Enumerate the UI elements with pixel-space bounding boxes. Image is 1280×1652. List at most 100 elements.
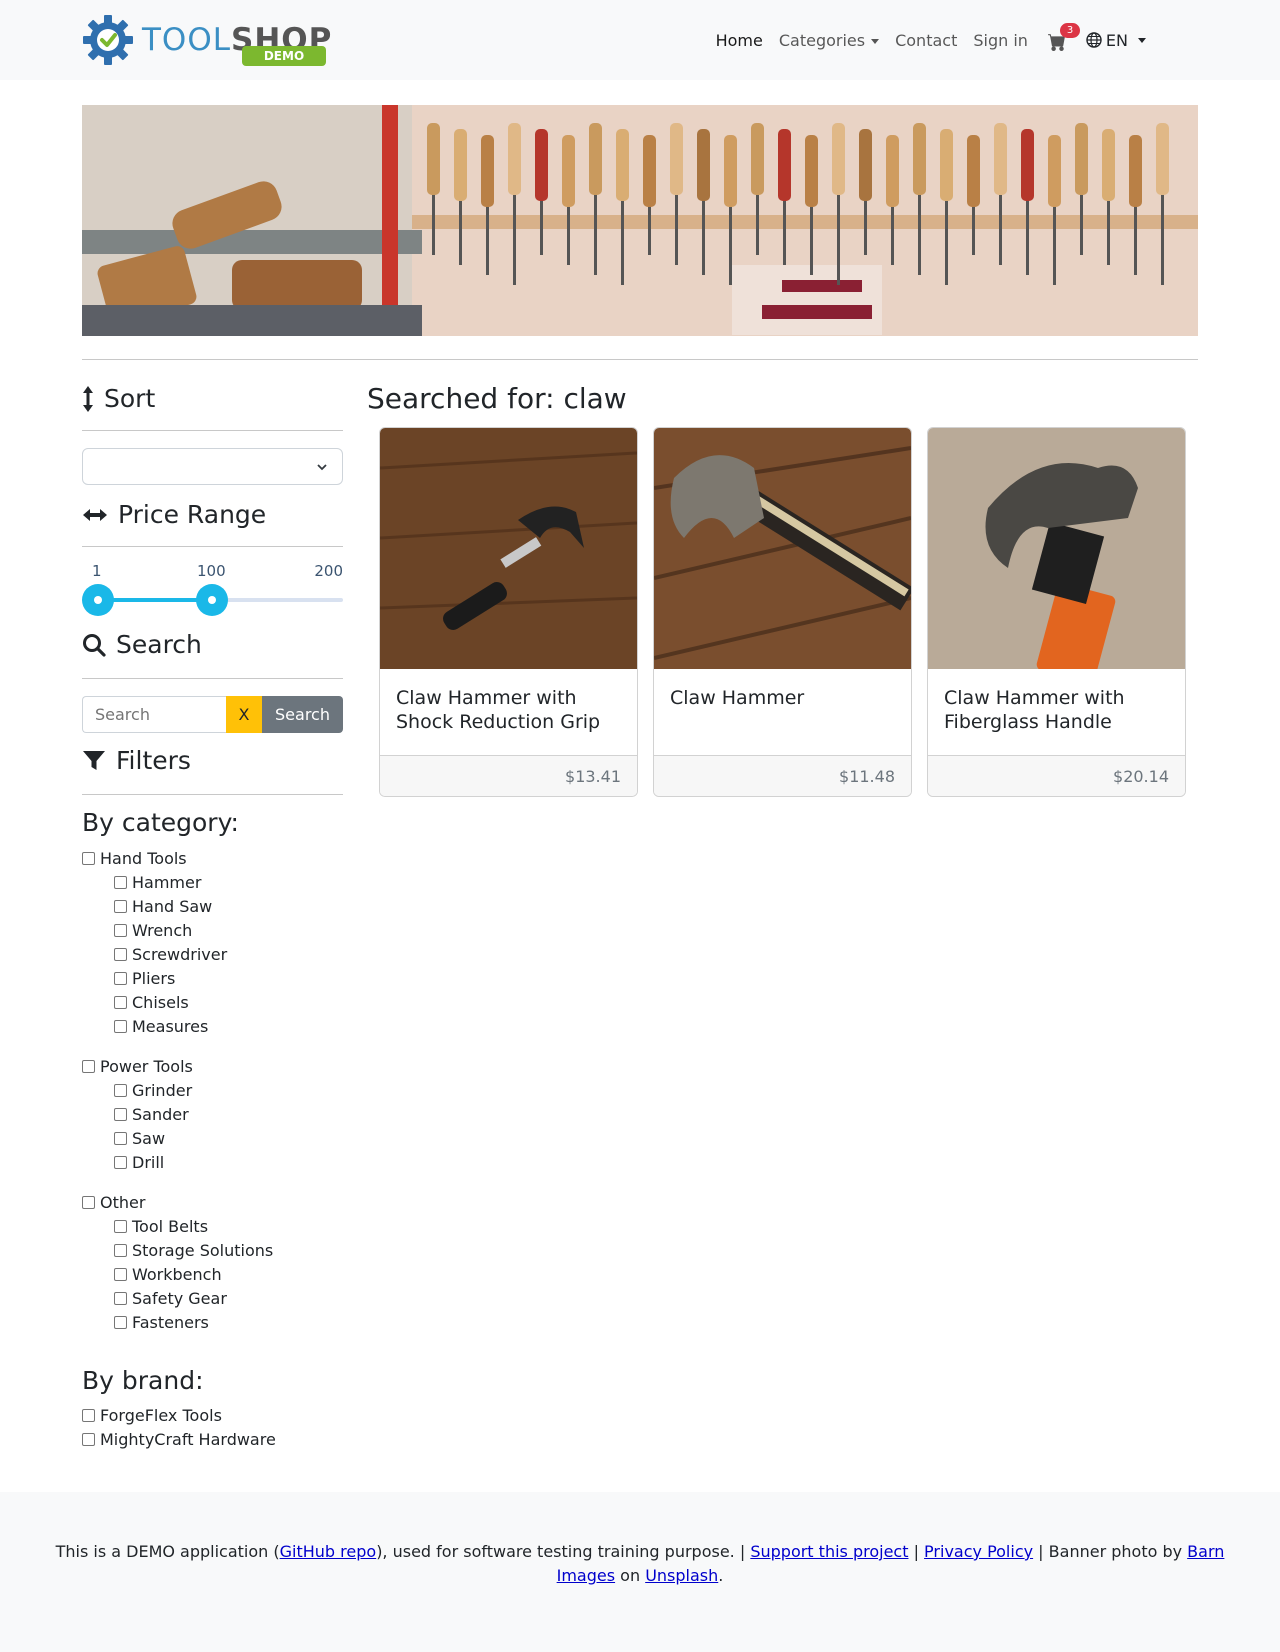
search-input[interactable] (82, 696, 226, 733)
github-repo-link[interactable]: GitHub repo (280, 1542, 377, 1561)
toolshop-logo[interactable]: TOOLSHOP DEMO (82, 14, 332, 68)
search-heading-label: Search (116, 630, 202, 659)
search-submit-button[interactable]: Search (262, 696, 343, 733)
cart-button[interactable]: 3 (1047, 23, 1081, 51)
checkbox-box[interactable] (114, 995, 127, 1009)
price-slider-handle-min[interactable] (82, 584, 114, 616)
product-name: Claw Hammer with Fiberglass Handle (944, 687, 1125, 733)
checkbox-box[interactable] (82, 1059, 95, 1073)
footer-text-part: on (615, 1566, 646, 1585)
checkbox-box[interactable] (82, 1432, 95, 1446)
footer: This is a DEMO application (GitHub repo)… (0, 1492, 1280, 1652)
subcategory-checkbox[interactable]: Measures (82, 1014, 273, 1038)
checkbox-box[interactable] (114, 1131, 127, 1145)
product-image-claw-hammer (654, 428, 911, 669)
sort-heading-label: Sort (104, 384, 156, 413)
checkbox-label: Workbench (132, 1264, 222, 1284)
checkbox-box[interactable] (114, 1267, 127, 1281)
subcategory-checkbox[interactable]: Drill (82, 1150, 273, 1174)
nav-home[interactable]: Home (716, 31, 763, 50)
support-project-link[interactable]: Support this project (750, 1542, 908, 1561)
subcategory-checkbox[interactable]: Chisels (82, 990, 273, 1014)
product-image-claw-hammer-shock-grip (380, 428, 637, 669)
subcategory-checkbox[interactable]: Safety Gear (82, 1286, 273, 1310)
checkbox-box[interactable] (114, 1019, 127, 1033)
checkbox-box[interactable] (114, 947, 127, 961)
price-slider-track[interactable] (82, 584, 343, 616)
divider (82, 546, 343, 547)
category-checkbox[interactable]: Other (82, 1190, 273, 1214)
divider (82, 794, 343, 795)
subcategory-checkbox[interactable]: Workbench (82, 1262, 273, 1286)
checkbox-label: Fasteners (132, 1312, 209, 1332)
checkbox-box[interactable] (114, 1219, 127, 1233)
checkbox-box[interactable] (114, 875, 127, 889)
product-card[interactable]: Claw Hammer $11.48 (653, 427, 912, 797)
sort-select[interactable] (82, 448, 343, 485)
checkbox-box[interactable] (114, 899, 127, 913)
checkbox-box[interactable] (114, 1155, 127, 1169)
checkbox-label: Hand Saw (132, 896, 213, 916)
nav-contact[interactable]: Contact (895, 31, 957, 50)
product-card-footer: $20.14 (928, 755, 1185, 796)
divider (82, 678, 343, 679)
subcategory-checkbox[interactable]: Grinder (82, 1078, 273, 1102)
checkbox-label: Screwdriver (132, 944, 228, 964)
checkbox-box[interactable] (82, 851, 95, 865)
product-price: $13.41 (565, 767, 621, 786)
checkbox-label: Storage Solutions (132, 1240, 274, 1260)
divider (82, 430, 343, 431)
product-card[interactable]: Claw Hammer with Fiberglass Handle $20.1… (927, 427, 1186, 797)
product-image-claw-hammer-fiberglass (928, 428, 1185, 669)
brand-checkbox[interactable]: MightyCraft Hardware (82, 1427, 276, 1451)
checkbox-box[interactable] (114, 1243, 127, 1257)
subcategory-checkbox[interactable]: Screwdriver (82, 942, 273, 966)
price-range-heading: Price Range (82, 500, 266, 529)
subcategory-checkbox[interactable]: Storage Solutions (82, 1238, 273, 1262)
checkbox-label: Saw (132, 1128, 166, 1148)
checkbox-box[interactable] (114, 1315, 127, 1329)
subcategory-checkbox[interactable]: Saw (82, 1126, 273, 1150)
brand-filter-list: ForgeFlex Tools MightyCraft Hardware (82, 1403, 276, 1451)
unsplash-link[interactable]: Unsplash (645, 1566, 718, 1585)
divider (82, 359, 1198, 360)
category-checkbox[interactable]: Hand Tools (82, 846, 273, 870)
checkbox-label: Safety Gear (132, 1288, 227, 1308)
subcategory-checkbox[interactable]: Hand Saw (82, 894, 273, 918)
nav-categories-dropdown[interactable]: Categories (779, 31, 880, 50)
by-brand-heading: By brand: (82, 1366, 204, 1395)
arrow-left-right-icon (83, 508, 107, 521)
search-reset-button[interactable]: X (226, 696, 262, 733)
checkbox-label: Tool Belts (132, 1216, 209, 1236)
checkbox-box[interactable] (114, 971, 127, 985)
price-slider-handle-max[interactable] (195, 584, 228, 616)
checkbox-box[interactable] (114, 1291, 127, 1305)
nav-sign-in[interactable]: Sign in (973, 31, 1028, 50)
subcategory-checkbox[interactable]: Tool Belts (82, 1214, 273, 1238)
product-card[interactable]: Claw Hammer with Shock Reduction Grip $1… (379, 427, 638, 797)
product-name: Claw Hammer (670, 687, 805, 709)
subcategory-checkbox[interactable]: Pliers (82, 966, 273, 990)
language-dropdown[interactable]: EN (1086, 31, 1146, 50)
product-card-footer: $13.41 (380, 755, 637, 796)
subcategory-checkbox[interactable]: Hammer (82, 870, 273, 894)
subcategory-checkbox[interactable]: Fasteners (82, 1310, 273, 1334)
arrow-up-down-icon (83, 385, 93, 412)
subcategory-checkbox[interactable]: Sander (82, 1102, 273, 1126)
privacy-policy-link[interactable]: Privacy Policy (924, 1542, 1033, 1561)
footer-text-part: | (908, 1542, 925, 1561)
search-group: X Search (82, 696, 343, 733)
checkbox-box[interactable] (114, 1083, 127, 1097)
checkbox-label: Sander (132, 1104, 189, 1124)
checkbox-box[interactable] (82, 1408, 95, 1422)
category-group: Hand Tools Hammer Hand Saw Wrench Screwdrive… (82, 846, 273, 1038)
brand-checkbox[interactable]: ForgeFlex Tools (82, 1403, 276, 1427)
checkbox-label: ForgeFlex Tools (100, 1405, 222, 1425)
product-name: Claw Hammer with Shock Reduction Grip (396, 687, 601, 733)
checkbox-box[interactable] (114, 923, 127, 937)
checkbox-box[interactable] (82, 1195, 95, 1209)
footer-text-part: | Banner photo by (1033, 1542, 1188, 1561)
checkbox-box[interactable] (114, 1107, 127, 1121)
category-checkbox[interactable]: Power Tools (82, 1054, 273, 1078)
subcategory-checkbox[interactable]: Wrench (82, 918, 273, 942)
